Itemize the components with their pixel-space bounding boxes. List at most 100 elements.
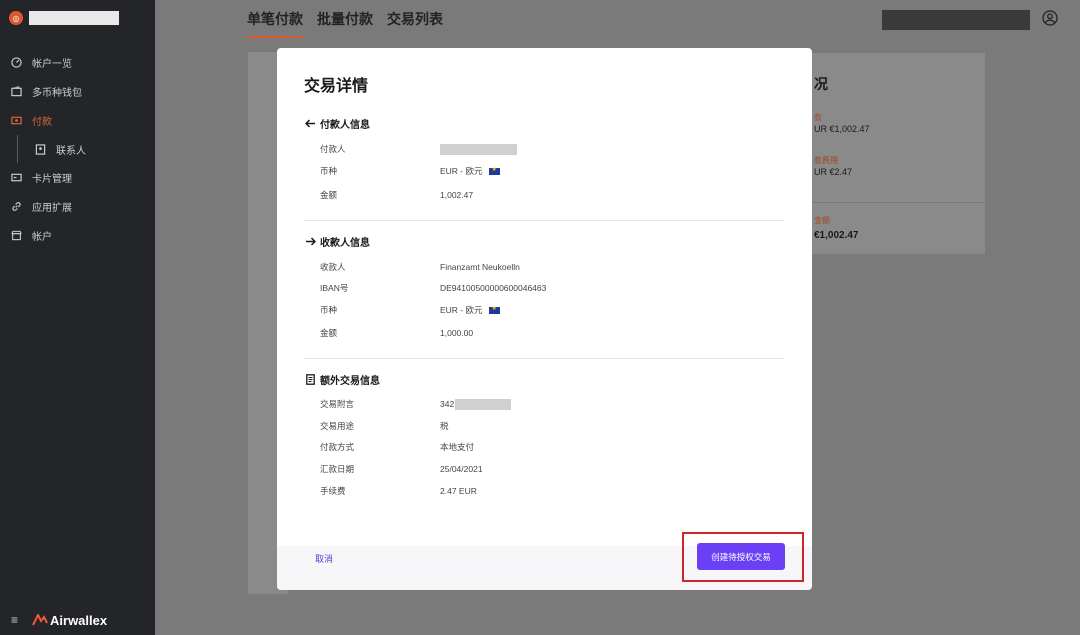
sidebar-item-label: 付款 [32,117,52,128]
airwallex-logo: Airwallex [32,613,107,628]
redacted-company-name [29,11,119,25]
company-logo-icon: ◎ [9,11,23,25]
detail-row: 金额 1,000.00 [320,327,473,339]
detail-key: 币种 [320,166,338,176]
summary-value: UR €1,002.47 [814,124,870,134]
dashboard-icon [10,57,22,69]
arrow-right-icon [304,237,316,246]
card-icon [10,172,22,184]
detail-value: 2.47 EUR [440,486,477,496]
link-icon [10,201,22,213]
detail-key: 汇款日期 [320,464,355,474]
menu-icon[interactable]: ≡ [11,613,18,627]
detail-key: 币种 [320,305,338,315]
transaction-details-modal: 交易详情 付款人信息 付款人 币种 EUR - 欧元 金额 1,002.47 收… [277,48,812,590]
section-divider [304,220,784,221]
detail-value: DE94100500000600046463 [440,283,547,293]
detail-value: 本地支付 [440,442,475,452]
sidebar-item-account[interactable]: 帐户 [0,221,155,250]
detail-row: 币种 EUR - 欧元 [320,304,500,316]
sidebar-item-label: 帐户 [32,232,52,243]
detail-row: 收款人 Finanzamt Neukoelln [320,261,520,273]
sidebar-item-overview[interactable]: 帐户一览 [0,48,155,77]
detail-key: 交易附言 [320,399,355,409]
sidebar-item-label: 帐户一览 [32,59,72,70]
sidebar-item-integrations[interactable]: 应用扩展 [0,192,155,221]
redacted-payer-name [440,143,517,155]
user-profile-icon[interactable] [1042,10,1058,26]
brand[interactable]: ◎ [9,11,119,25]
payment-icon [10,115,22,127]
tab-transaction-list[interactable]: 交易列表 [387,0,443,37]
sidebar-item-contacts[interactable]: 联系人 [0,135,155,163]
redacted-reference [455,398,512,410]
detail-key: 金额 [320,190,338,200]
detail-key: 金额 [320,328,338,338]
detail-value [440,143,517,155]
section-heading-label: 收款人信息 [320,238,370,249]
detail-row: 汇款日期 25/04/2021 [320,463,483,475]
contact-icon [34,143,46,155]
summary-value: UR €2.47 [814,167,853,177]
detail-key: 手续费 [320,486,346,496]
summary-total-value: €1,002.47 [814,230,859,241]
arrow-left-icon [304,119,316,128]
currency-text: EUR - 欧元 [440,166,483,176]
top-bar: 单笔付款 批量付款 交易列表 [155,0,1080,40]
detail-row: 付款人 [320,143,517,155]
detail-row: 金额 1,002.47 [320,189,473,201]
document-icon [304,374,316,385]
reference-text: 342 [440,399,455,409]
sidebar-item-label: 应用扩展 [32,203,72,214]
detail-row: 交易用途 税 [320,420,449,432]
section-heading-label: 付款人信息 [320,120,370,131]
detail-value: EUR - 欧元 [440,165,500,177]
wallet-icon [10,86,22,98]
summary-card [810,52,986,255]
section-heading-label: 额外交易信息 [320,376,380,387]
detail-value: EUR - 欧元 [440,304,500,316]
detail-value: 税 [440,421,449,431]
section-divider [304,358,784,359]
detail-value: 1,002.47 [440,190,474,200]
sidebar-item-payments[interactable]: 付款 [0,106,155,135]
summary-divider [810,202,986,203]
tab-batch-payment[interactable]: 批量付款 [317,0,373,37]
summary-total-label: 金额 [814,216,830,225]
detail-row: 手续费 2.47 EUR [320,485,477,497]
detail-value: Finanzamt Neukoelln [440,262,520,272]
summary-label: 款费用 [814,156,838,165]
sidebar-item-wallet[interactable]: 多币种钱包 [0,77,155,106]
modal-title: 交易详情 [304,78,369,95]
sidebar-footer: ≡ Airwallex [0,605,155,635]
eu-flag-icon [488,166,500,175]
detail-row: 付款方式 本地支付 [320,441,474,453]
sidebar-item-label: 联系人 [56,145,86,157]
detail-key: 付款方式 [320,442,355,452]
detail-key: IBAN号 [320,283,349,293]
sidebar-item-label: 卡片管理 [32,174,72,185]
store-icon [10,230,22,242]
detail-value: 342 [440,398,512,410]
detail-value: 25/04/2021 [440,464,483,474]
airwallex-logo-icon [32,614,48,626]
sidebar: ◎ 帐户一览 多币种钱包 付款 联系人 卡片管理 应用扩展 帐户 ≡ Airwa… [0,0,155,635]
sidebar-item-cards[interactable]: 卡片管理 [0,163,155,192]
currency-text: EUR - 欧元 [440,305,483,315]
redacted-user-name [882,10,1030,30]
eu-flag-icon [488,305,500,314]
sidebar-item-label: 多币种钱包 [32,88,82,99]
tab-single-payment[interactable]: 单笔付款 [247,0,303,38]
detail-row: 交易附言 342 [320,398,512,410]
detail-key: 付款人 [320,144,346,154]
detail-row: IBAN号 DE94100500000600046463 [320,282,546,294]
payee-section-heading: 收款人信息 [304,234,370,249]
cancel-button[interactable]: 取消 [315,552,333,565]
sidebar-nav: 帐户一览 多币种钱包 付款 联系人 卡片管理 应用扩展 帐户 [0,48,155,250]
payer-section-heading: 付款人信息 [304,116,370,131]
create-pending-transaction-button[interactable]: 创建待授权交易 [697,543,785,570]
summary-title: 况 [814,76,828,92]
detail-key: 收款人 [320,262,346,272]
airwallex-logo-text: Airwallex [50,612,108,628]
detail-row: 币种 EUR - 欧元 [320,165,500,177]
